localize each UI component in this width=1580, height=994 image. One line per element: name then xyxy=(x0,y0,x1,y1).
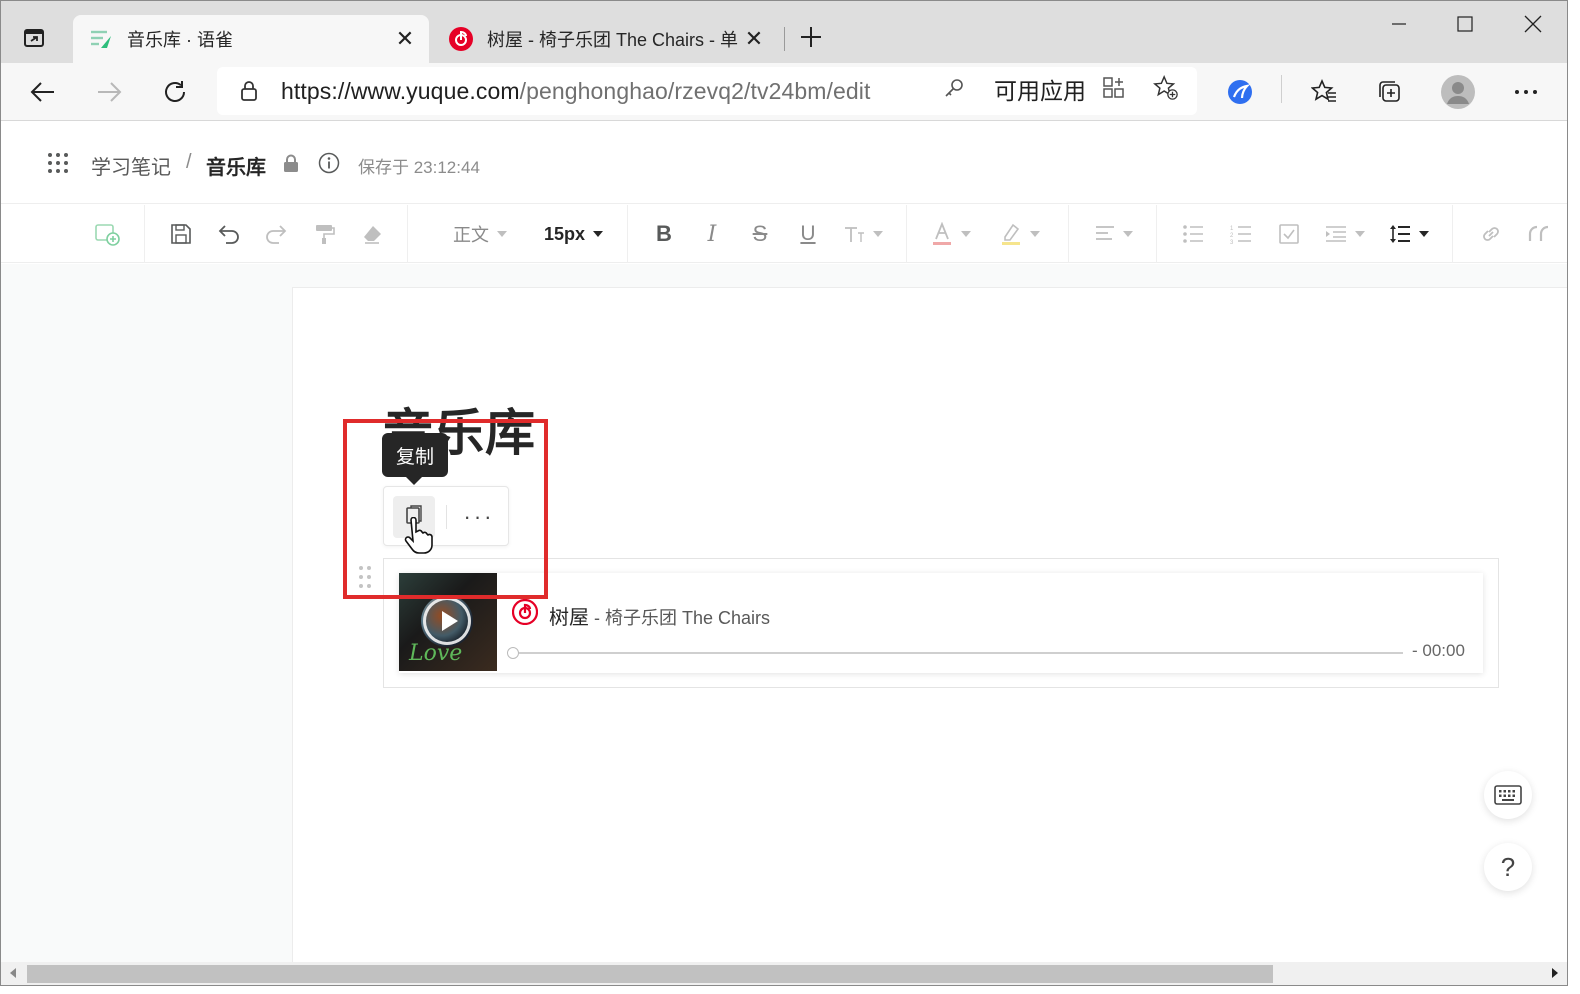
address-bar-row: https://www.yuque.com/penghonghao/rzevq2… xyxy=(1,63,1567,121)
line-height-icon[interactable] xyxy=(1389,221,1429,247)
collections-icon[interactable] xyxy=(1373,75,1407,109)
song-info: 树屋 - 椅子乐团 The Chairs xyxy=(549,607,771,629)
ordered-list-icon[interactable]: 123 xyxy=(1229,221,1253,247)
tab-actions-icon[interactable] xyxy=(19,23,49,53)
music-player: Love 树屋 - 椅子乐团 The Chairs - 00:00 xyxy=(399,573,1483,673)
format-painter-icon[interactable] xyxy=(312,221,336,247)
task-list-icon[interactable] xyxy=(1277,221,1301,247)
favorites-icon[interactable] xyxy=(1307,75,1341,109)
breadcrumb-parent[interactable]: 学习笔记 xyxy=(91,151,171,180)
scrollbar-thumb[interactable] xyxy=(27,965,1273,983)
browser-window: 音乐库 · 语雀 ✕ 树屋 - 椅子乐团 The Chairs - 单曲 ✕ h… xyxy=(0,0,1568,986)
tab-title: 音乐库 · 语雀 xyxy=(127,30,233,50)
cover-text: Love xyxy=(409,641,463,666)
url-text[interactable]: https://www.yuque.com/penghonghao/rzevq2… xyxy=(281,78,871,105)
refresh-icon[interactable] xyxy=(156,73,194,111)
new-tab-icon[interactable] xyxy=(795,21,827,53)
annotation-highlight-box xyxy=(343,419,548,599)
breadcrumb-current[interactable]: 音乐库 xyxy=(206,151,266,180)
indent-icon[interactable] xyxy=(1325,221,1365,247)
yuque-icon xyxy=(89,27,113,51)
apps-icon[interactable] xyxy=(1101,75,1127,101)
private-lock-icon xyxy=(284,154,298,172)
lock-icon[interactable] xyxy=(237,79,261,103)
font-size-select[interactable]: 15px xyxy=(544,221,604,247)
link-icon[interactable] xyxy=(1479,221,1503,247)
svg-text:1: 1 xyxy=(1230,226,1234,232)
keyboard-shortcuts-button[interactable] xyxy=(1484,771,1532,819)
app-grid-icon[interactable] xyxy=(47,152,69,174)
profile-avatar-icon[interactable] xyxy=(1439,73,1477,111)
key-icon[interactable] xyxy=(941,75,967,101)
tab-divider xyxy=(784,27,785,51)
music-embed-card[interactable]: Love 树屋 - 椅子乐团 The Chairs - 00:00 xyxy=(383,558,1499,688)
more-menu-icon[interactable] xyxy=(1509,75,1543,109)
song-artist: 椅子乐团 The Chairs xyxy=(605,608,771,628)
scroll-right-icon[interactable] xyxy=(1552,968,1558,978)
apps-available-label[interactable]: 可用应用 xyxy=(994,72,1086,106)
save-status: 保存于 23:12:44 xyxy=(358,158,480,177)
song-title: 树屋 xyxy=(549,607,589,629)
highlight-color-icon[interactable] xyxy=(1000,221,1040,247)
clear-format-icon[interactable] xyxy=(360,221,384,247)
breadcrumb-separator: / xyxy=(186,151,192,173)
redo-icon[interactable] xyxy=(264,221,288,247)
font-color-icon[interactable] xyxy=(931,221,971,247)
doc-header: 学习笔记 / 音乐库 保存于 23:12:44 xyxy=(1,122,1567,204)
close-window-icon[interactable] xyxy=(1511,7,1555,41)
strikethrough-icon[interactable]: S xyxy=(749,221,771,247)
tab-title: 树屋 - 椅子乐团 The Chairs - 单曲 xyxy=(487,30,738,50)
info-icon[interactable] xyxy=(318,152,340,174)
text-style-icon[interactable] xyxy=(843,221,883,247)
back-icon[interactable] xyxy=(24,73,62,111)
editor-toolbar: 正文 15px B I S U 123 xyxy=(1,205,1567,263)
forward-icon[interactable] xyxy=(90,73,128,111)
close-tab-icon[interactable]: ✕ xyxy=(738,23,770,55)
help-button[interactable]: ? xyxy=(1484,843,1532,891)
svg-text:2: 2 xyxy=(1230,233,1234,239)
bold-icon[interactable]: B xyxy=(653,221,675,247)
save-icon[interactable] xyxy=(169,221,193,247)
netease-music-icon xyxy=(512,599,538,625)
keyboard-icon xyxy=(1494,785,1522,805)
netease-music-icon xyxy=(449,27,473,51)
add-favorite-icon[interactable] xyxy=(1153,74,1179,101)
time-remaining: - 00:00 xyxy=(1412,641,1465,660)
close-tab-icon[interactable]: ✕ xyxy=(389,23,421,55)
align-icon[interactable] xyxy=(1095,221,1133,247)
browser-extension-icon[interactable] xyxy=(1223,75,1257,109)
horizontal-scrollbar[interactable] xyxy=(1,962,1567,985)
underline-icon[interactable]: U xyxy=(797,221,819,247)
bullet-list-icon[interactable] xyxy=(1181,221,1205,247)
insert-card-icon[interactable] xyxy=(93,221,121,247)
scroll-left-icon[interactable] xyxy=(10,968,16,978)
quote-icon[interactable] xyxy=(1527,221,1551,247)
minimize-icon[interactable] xyxy=(1377,7,1421,41)
paragraph-style-select[interactable]: 正文 xyxy=(453,221,507,247)
tab-netease[interactable]: 树屋 - 椅子乐团 The Chairs - 单曲 ✕ xyxy=(433,15,778,63)
tab-bar: 音乐库 · 语雀 ✕ 树屋 - 椅子乐团 The Chairs - 单曲 ✕ xyxy=(1,1,1567,63)
maximize-icon[interactable] xyxy=(1443,7,1487,41)
svg-text:3: 3 xyxy=(1230,240,1234,244)
italic-icon[interactable]: I xyxy=(701,221,723,247)
undo-icon[interactable] xyxy=(217,221,241,247)
toolbar-divider xyxy=(1281,75,1282,103)
play-icon[interactable] xyxy=(423,597,471,645)
progress-bar[interactable] xyxy=(519,652,1403,654)
progress-handle[interactable] xyxy=(507,647,519,659)
tab-yuque[interactable]: 音乐库 · 语雀 ✕ xyxy=(73,15,429,63)
